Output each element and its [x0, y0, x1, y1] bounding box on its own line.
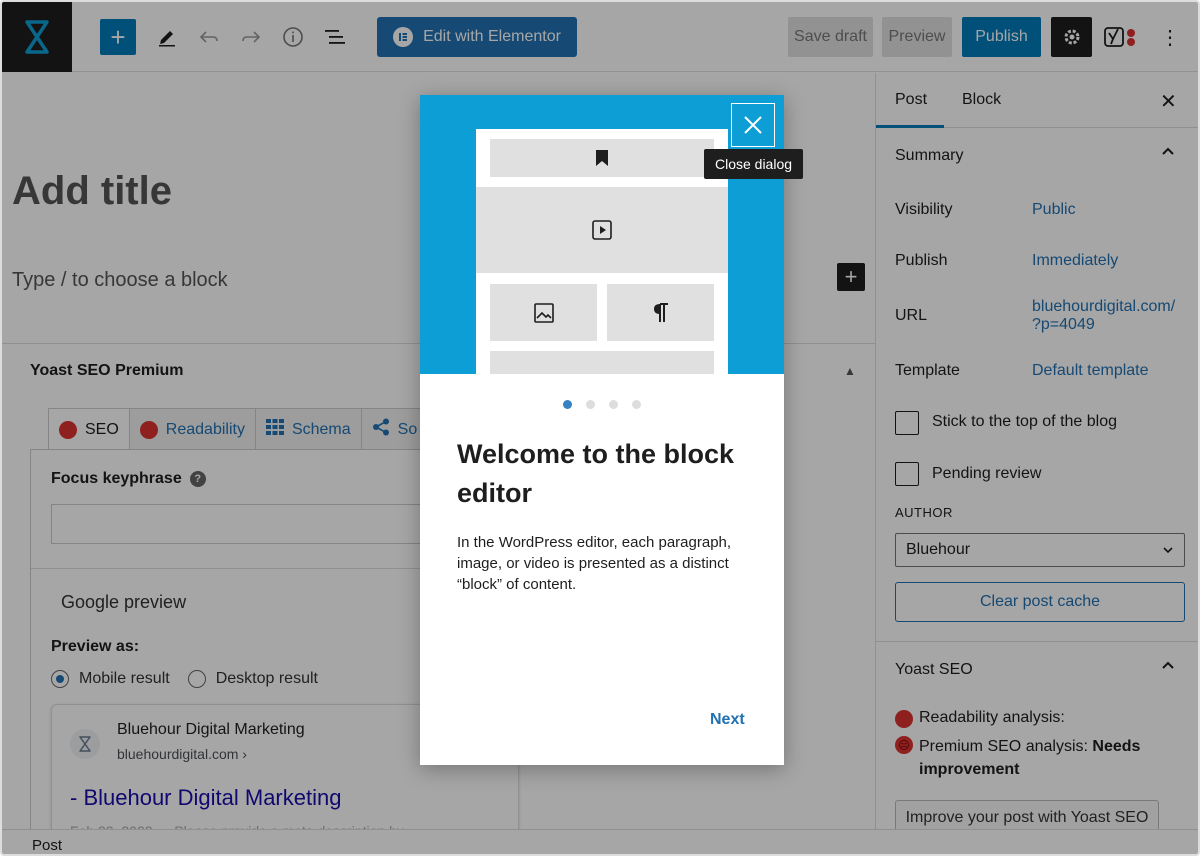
- app-frame: + Edit with Elementor Save draft Preview…: [0, 0, 1200, 856]
- page-dot-4[interactable]: [632, 400, 641, 409]
- video-icon: [476, 187, 728, 273]
- next-button[interactable]: Next: [710, 711, 745, 729]
- page-dot-1[interactable]: [563, 400, 572, 409]
- paragraph-icon: [607, 284, 714, 341]
- page-dot-2[interactable]: [586, 400, 595, 409]
- editor-illustration: [476, 129, 728, 374]
- page-dot-3[interactable]: [609, 400, 618, 409]
- modal-title: Welcome to the block editor: [457, 439, 735, 508]
- welcome-guide-modal: Welcome to the block editor In the WordP…: [420, 95, 784, 765]
- close-icon: [744, 116, 762, 134]
- bookmark-icon: [490, 139, 714, 177]
- close-dialog-tooltip: Close dialog: [704, 149, 803, 179]
- modal-description: In the WordPress editor, each paragraph,…: [457, 534, 732, 593]
- image-icon: [490, 284, 597, 341]
- welcome-illustration: [420, 95, 784, 374]
- placeholder-block: [490, 351, 714, 374]
- page-indicator: [563, 400, 641, 409]
- close-dialog-button[interactable]: [731, 103, 775, 147]
